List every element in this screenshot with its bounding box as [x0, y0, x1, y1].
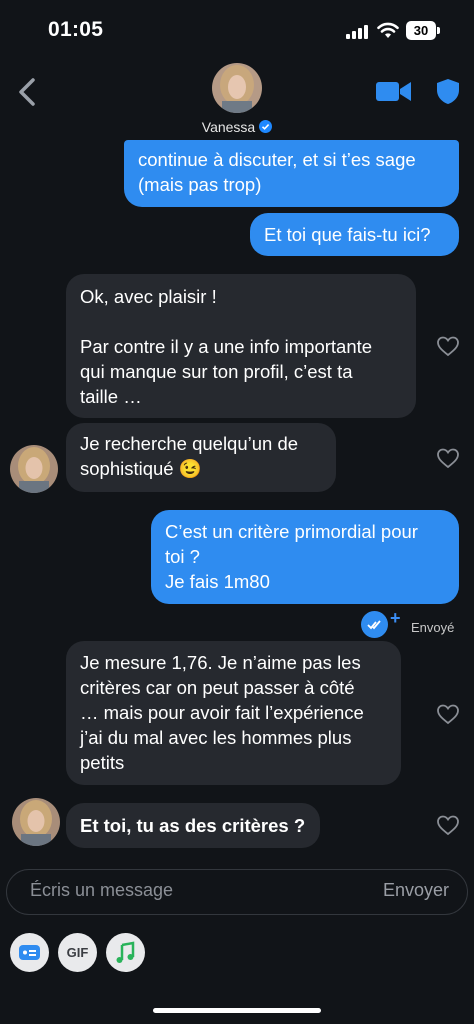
contact-name[interactable]: Vanessa: [0, 119, 474, 135]
avatar[interactable]: [212, 63, 262, 113]
read-receipt-icon: [361, 611, 388, 638]
battery-cap: [437, 27, 440, 34]
music-note-icon: [116, 941, 135, 963]
like-heart-icon[interactable]: [436, 447, 460, 469]
gif-button[interactable]: GIF: [58, 933, 97, 972]
message-status: Envoyé: [411, 620, 455, 635]
home-indicator: [153, 1008, 321, 1013]
message-input-placeholder[interactable]: Écris un message: [30, 880, 173, 901]
music-button[interactable]: [106, 933, 145, 972]
message-incoming[interactable]: Je mesure 1,76. Je n’aime pas les critèr…: [66, 641, 401, 785]
like-heart-icon[interactable]: [436, 335, 460, 357]
chevron-left-icon[interactable]: [16, 77, 38, 107]
id-card-button[interactable]: [10, 933, 49, 972]
message-incoming[interactable]: Je recherche quelqu’un de sophistiqué 😉: [66, 423, 336, 492]
verified-badge-icon: [259, 120, 273, 133]
shield-icon[interactable]: [436, 78, 460, 105]
status-time: 01:05: [48, 18, 104, 41]
id-card-icon: [19, 945, 40, 960]
like-heart-icon[interactable]: [436, 703, 460, 725]
message-outgoing[interactable]: C’est un critère primordial pour toi ? J…: [151, 510, 459, 604]
avatar[interactable]: [12, 798, 60, 846]
plus-icon[interactable]: +: [390, 608, 401, 629]
cellular-signal-icon: [346, 25, 368, 39]
contact-name-label: Vanessa: [201, 119, 256, 135]
message-outgoing[interactable]: Et toi que fais-tu ici?: [250, 213, 459, 256]
video-camera-icon[interactable]: [376, 79, 412, 103]
message-incoming[interactable]: Et toi, tu as des critères ?: [66, 803, 320, 848]
avatar[interactable]: [10, 445, 58, 493]
like-heart-icon[interactable]: [436, 814, 460, 836]
wifi-icon: [377, 22, 399, 38]
send-button[interactable]: Envoyer: [383, 880, 449, 901]
battery-indicator: 30: [406, 21, 436, 40]
message-outgoing[interactable]: continue à discuter, et si t’es sage (ma…: [124, 140, 459, 207]
message-incoming[interactable]: Ok, avec plaisir ! Par contre il y a une…: [66, 274, 416, 418]
